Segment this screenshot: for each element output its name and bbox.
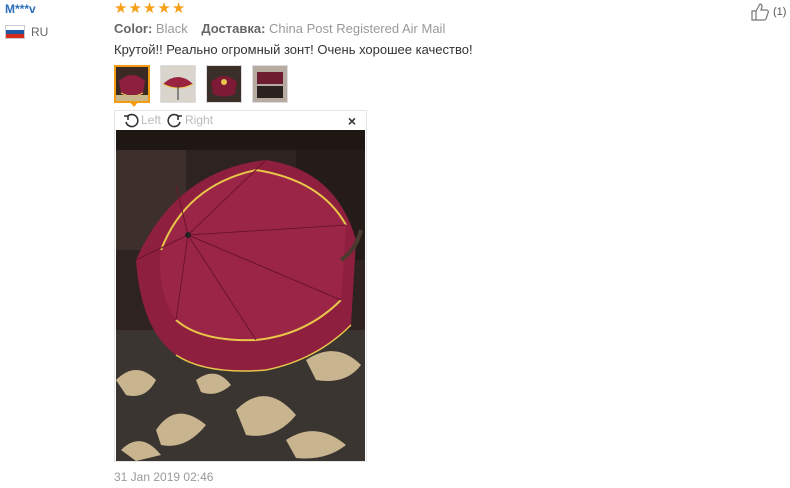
review-text: Крутой!! Реально огромный зонт! Очень хо… (114, 42, 473, 57)
shipping-value: China Post Registered Air Mail (269, 21, 446, 36)
star-icon: ★ (171, 0, 186, 17)
rotate-left-icon (124, 113, 139, 128)
reviewer-country: RU (5, 25, 48, 39)
thumbs-up-icon (751, 3, 769, 21)
shipping-label: Доставка: (201, 21, 266, 36)
star-icon: ★ (114, 0, 128, 17)
reviewer-name[interactable]: M***v (5, 2, 36, 16)
rotate-right-label: Right (185, 113, 214, 127)
viewer-toolbar: Left Right × (115, 111, 366, 129)
thumbnail-strip (114, 65, 288, 103)
rotate-right-button[interactable]: Right (167, 112, 213, 128)
star-icon: ★ (157, 0, 171, 17)
rotate-left-button[interactable]: Left (123, 112, 161, 128)
rotate-left-label: Left (141, 113, 162, 127)
review-meta: Color: Black Доставка: China Post Regist… (114, 21, 455, 36)
country-code: RU (31, 25, 49, 39)
image-viewer: Left Right × (114, 110, 367, 462)
star-rating: ★ ★ ★ ★ ★ (114, 0, 185, 18)
color-label: Color: (114, 21, 153, 36)
star-icon: ★ (128, 0, 142, 17)
review-thumbnail[interactable] (252, 65, 288, 103)
review-thumbnail[interactable] (160, 65, 196, 103)
star-icon: ★ (142, 0, 157, 17)
close-icon[interactable]: × (348, 113, 356, 129)
rotate-right-icon (167, 113, 183, 128)
review-thumbnail[interactable] (114, 65, 150, 103)
color-value: Black (155, 21, 188, 36)
review-thumbnail[interactable] (206, 65, 242, 103)
review-photo (116, 130, 365, 461)
review-date: 31 Jan 2019 02:46 (114, 470, 214, 484)
helpful-count: (1) (773, 6, 787, 18)
active-thumb-caret (129, 101, 139, 107)
russia-flag-icon (5, 25, 25, 39)
helpful-button[interactable]: (1) (750, 2, 786, 22)
